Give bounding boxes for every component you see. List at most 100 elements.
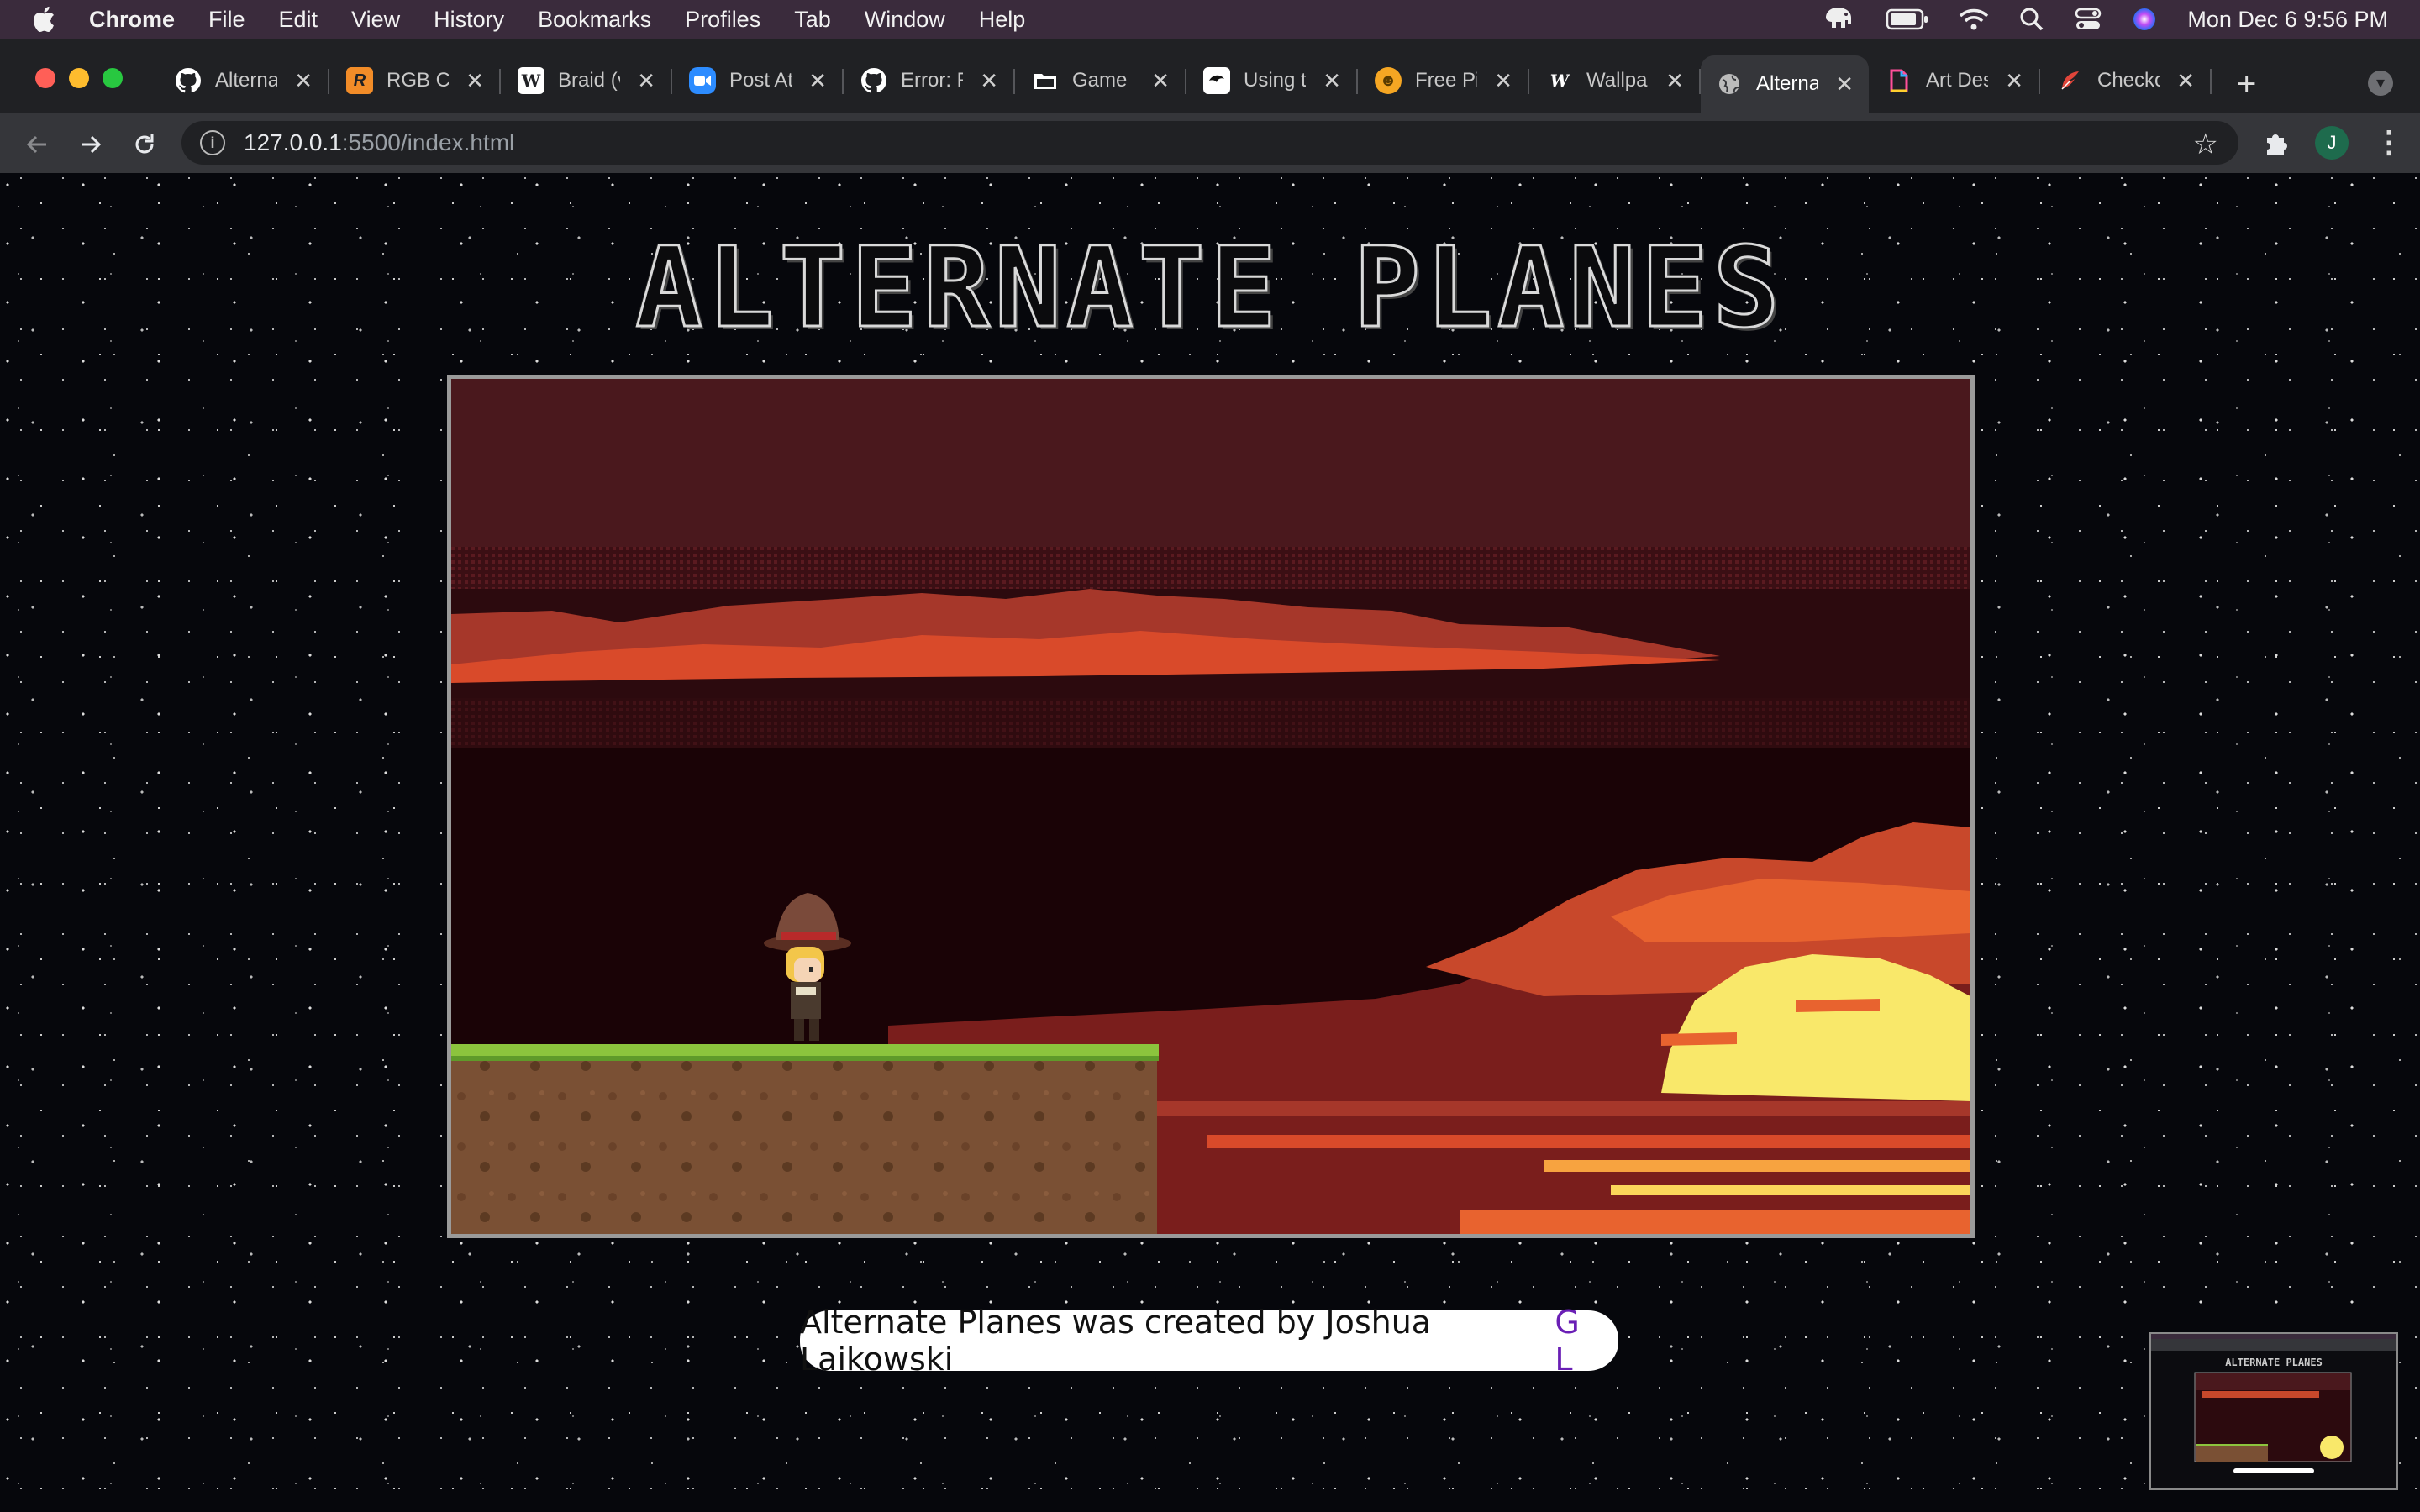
menu-tab[interactable]: Tab (794, 7, 831, 33)
tab-11[interactable]: Checkout ✕ (2042, 57, 2212, 104)
close-window-button[interactable] (35, 68, 55, 88)
tab-6-label: Using the (1244, 69, 1306, 92)
tab-3-label: Post Attendee (729, 69, 792, 92)
menu-help[interactable]: Help (979, 7, 1026, 33)
tab-1[interactable]: R RGB Color ✕ (331, 57, 501, 104)
tab-9-label: Alternate (1756, 72, 1818, 95)
menu-history[interactable]: History (434, 7, 504, 33)
tab-7[interactable]: ☻ Free Pixel ✕ (1360, 57, 1529, 104)
apple-icon[interactable] (30, 4, 60, 34)
tab-5-label: Game (1072, 69, 1128, 92)
profile-avatar[interactable]: J (2315, 126, 2349, 160)
reflection-streak (1207, 1135, 1970, 1148)
menu-app-name[interactable]: Chrome (89, 7, 175, 33)
tab-strip: Alternate Planes ✕ R RGB Color ✕ W Braid… (0, 39, 2420, 113)
tab-search-icon[interactable]: ▾ (2368, 71, 2393, 96)
close-icon[interactable]: ✕ (637, 68, 655, 94)
tab-0-label: Alternate Planes (215, 69, 277, 92)
bookmark-star-icon[interactable]: ☆ (2193, 128, 2218, 161)
svg-text:ALTERNATE PLANES: ALTERNATE PLANES (2225, 1357, 2323, 1368)
menu-bar: Chrome File Edit View History Bookmarks … (0, 0, 2420, 39)
zoom-window-button[interactable] (103, 68, 123, 88)
globe-icon (1716, 71, 1743, 97)
game-scene (451, 379, 1970, 1234)
wikipedia-icon: W (518, 67, 544, 94)
browser-chrome: Alternate Planes ✕ R RGB Color ✕ W Braid… (0, 39, 2420, 173)
extensions-puzzle-icon[interactable] (2262, 129, 2289, 160)
menu-profiles[interactable]: Profiles (685, 7, 760, 33)
tab-3[interactable]: Post Attendee ✕ (674, 57, 844, 104)
wifi-icon[interactable] (1959, 8, 1989, 31)
sky-dither-lower (451, 698, 1970, 748)
menu-edit[interactable]: Edit (279, 7, 318, 33)
github-icon (175, 67, 202, 94)
tab-7-label: Free Pixel (1415, 69, 1477, 92)
tab-6[interactable]: Using the ✕ (1188, 57, 1358, 104)
sky-upper (451, 379, 1970, 547)
elephant-icon[interactable] (1823, 6, 1856, 33)
github-icon (860, 67, 887, 94)
game-canvas[interactable] (447, 375, 1975, 1238)
tab-4-label: Error: Failed (901, 69, 963, 92)
menu-bookmarks[interactable]: Bookmarks (538, 7, 651, 33)
folder-icon (1032, 67, 1059, 94)
sun-cloud-stripe (1796, 999, 1880, 1012)
address-url[interactable]: 127.0.0.1:5500/index.html (244, 129, 514, 156)
credit-text: Alternate Planes was created by Joshua L… (800, 1304, 1432, 1378)
close-icon[interactable]: ✕ (1494, 68, 1512, 94)
tab-1-label: RGB Color (387, 69, 449, 92)
close-icon[interactable]: ✕ (1665, 68, 1684, 94)
credit-links[interactable]: G L (1555, 1304, 1618, 1378)
tab-9-active[interactable]: Alternate ✕ (1701, 55, 1869, 113)
menu-view[interactable]: View (351, 7, 400, 33)
close-icon[interactable]: ✕ (2005, 68, 2023, 94)
address-bar[interactable]: i 127.0.0.1:5500/index.html ☆ (182, 121, 2238, 165)
reflection-streak (1149, 1101, 1970, 1116)
close-icon[interactable]: ✕ (1151, 68, 1170, 94)
forward-icon[interactable] (74, 128, 108, 161)
itch-icon: ☻ (1375, 67, 1402, 94)
reload-icon[interactable] (128, 128, 161, 161)
w-icon: W (1549, 71, 1570, 91)
close-icon[interactable]: ✕ (808, 68, 827, 94)
menu-window[interactable]: Window (865, 7, 945, 33)
new-tab-icon[interactable]: + (2237, 66, 2256, 103)
close-icon[interactable]: ✕ (294, 68, 313, 94)
tab-2-label: Braid (video game) (558, 69, 620, 92)
r-logo-icon: R (346, 67, 373, 94)
spotlight-search-icon[interactable] (2019, 7, 2044, 32)
menu-file[interactable]: File (208, 7, 245, 33)
close-icon[interactable]: ✕ (980, 68, 998, 94)
close-icon[interactable]: ✕ (1835, 71, 1854, 97)
close-icon[interactable]: ✕ (466, 68, 484, 94)
site-info-icon[interactable]: i (200, 130, 225, 155)
grass-edge (451, 1056, 1159, 1061)
tab-10[interactable]: Art Design ✕ (1870, 57, 2040, 104)
battery-icon[interactable] (1886, 8, 1928, 30)
close-icon[interactable]: ✕ (2176, 68, 2195, 94)
tab-8[interactable]: W Wallpaper ✕ (1531, 57, 1701, 104)
tab-10-label: Art Design (1926, 69, 1988, 92)
web-page: ALTERNATE PLANES Alternate Planes was cr… (0, 173, 2420, 1512)
tab-0[interactable]: Alternate Planes ✕ (160, 57, 329, 104)
tab-11-label: Checkout (2097, 69, 2160, 92)
tab-2[interactable]: W Braid (video game) ✕ (502, 57, 672, 104)
sky-dither-band (451, 547, 1970, 589)
tab-8-label: Wallpaper (1586, 69, 1649, 92)
close-icon[interactable]: ✕ (1323, 68, 1341, 94)
feather-icon (2057, 67, 2084, 94)
tab-5[interactable]: Game ✕ (1017, 57, 1186, 104)
control-center-icon[interactable] (2075, 8, 2102, 31)
menu-clock[interactable]: Mon Dec 6 9:56 PM (2187, 7, 2388, 33)
page-title: ALTERNATE PLANES (634, 223, 1785, 354)
more-menu-icon[interactable]: ⋮ (2374, 124, 2404, 160)
brand-icon (1203, 67, 1230, 94)
tab-4[interactable]: Error: Failed ✕ (845, 57, 1015, 104)
siri-icon[interactable] (2132, 7, 2157, 32)
zoom-icon (689, 67, 716, 94)
browser-toolbar: i 127.0.0.1:5500/index.html ☆ J ⋮ (0, 113, 2420, 173)
minimize-window-button[interactable] (69, 68, 89, 88)
dirt-platform (451, 1053, 1157, 1234)
screenshot-thumbnail-preview[interactable]: ALTERNATE PLANES (2149, 1332, 2398, 1490)
back-icon[interactable] (20, 128, 54, 161)
